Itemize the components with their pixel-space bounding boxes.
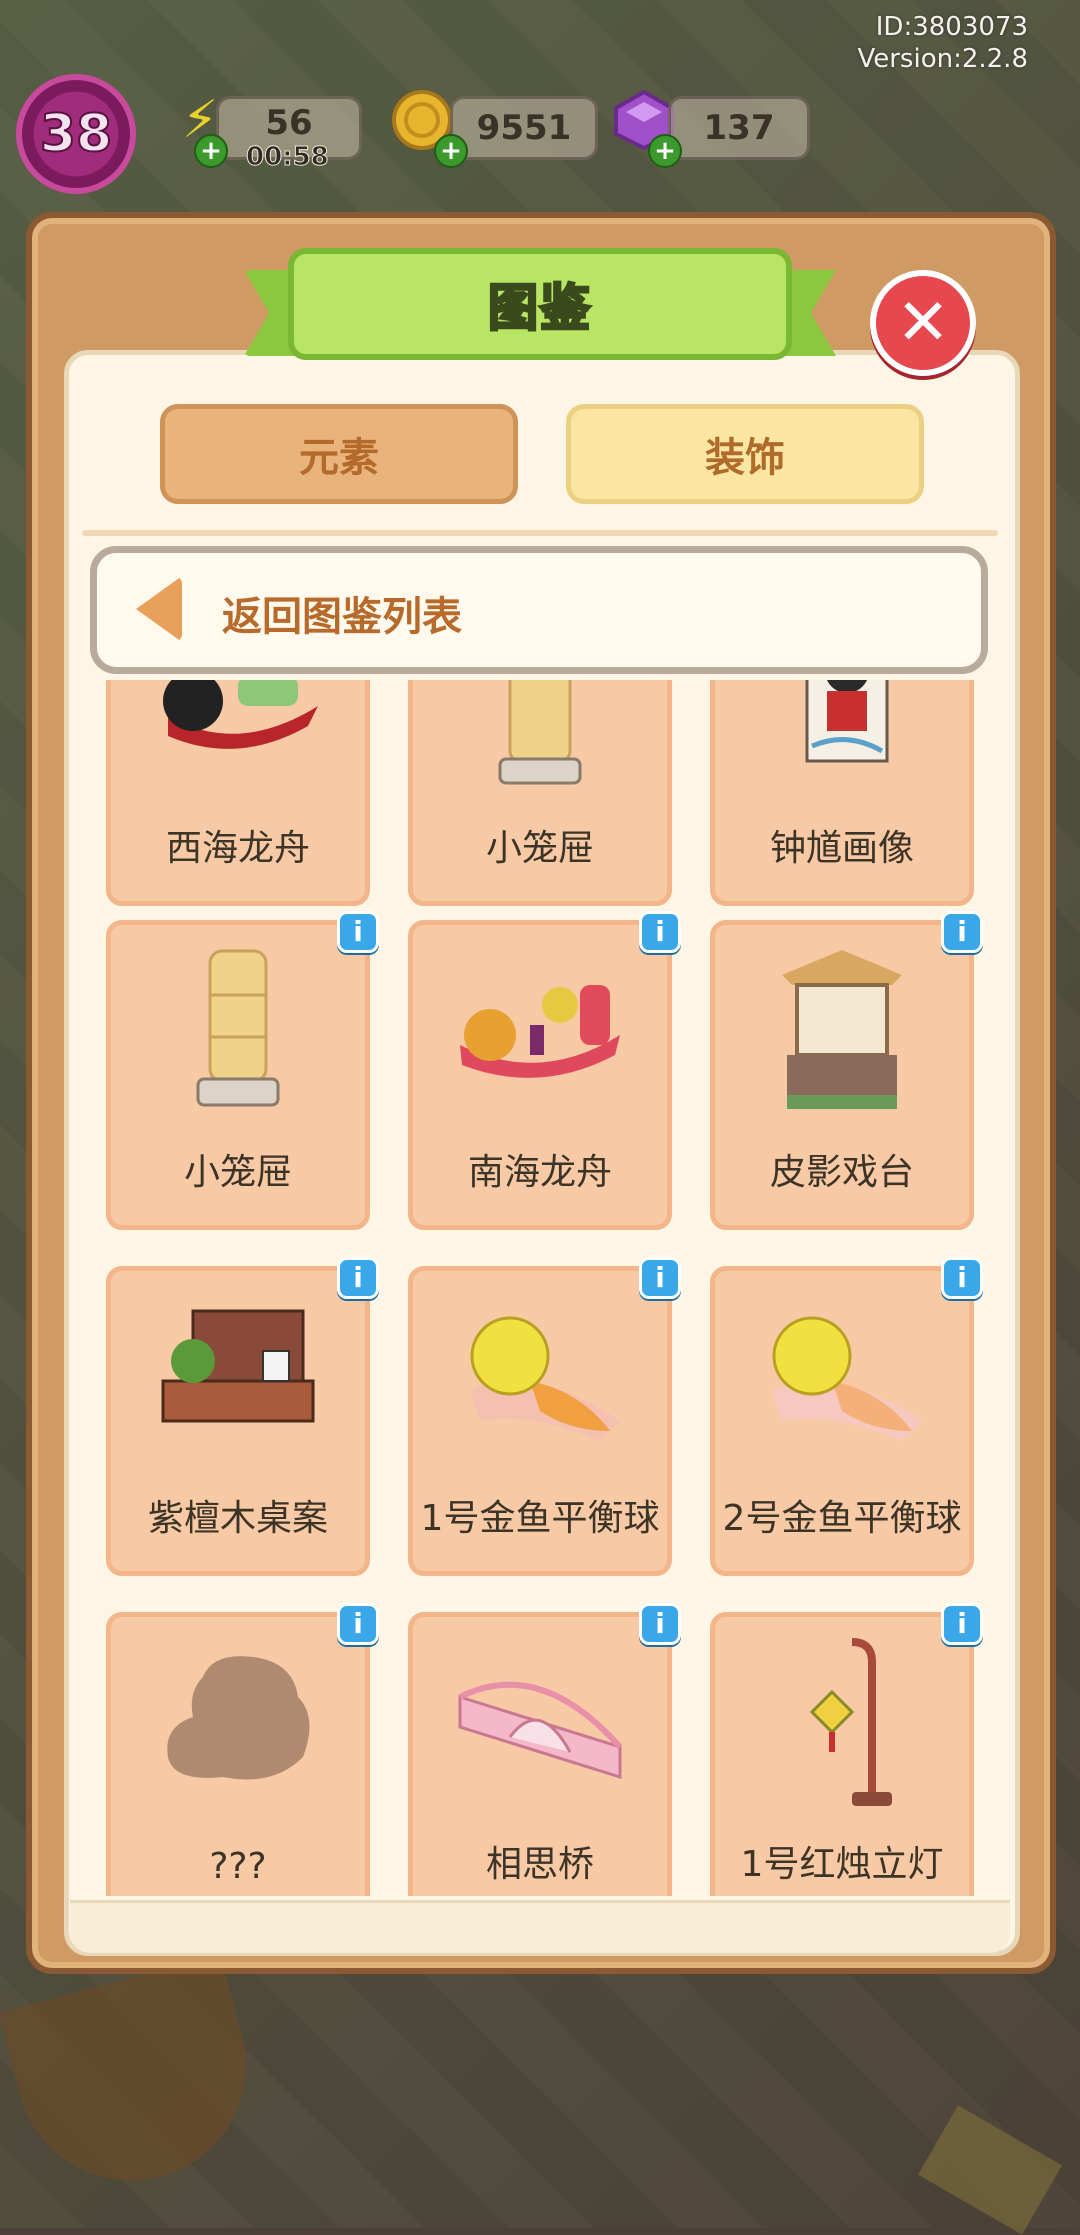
dragon-boat-red-icon bbox=[413, 945, 667, 1115]
item-label: 西海龙舟 bbox=[165, 828, 310, 869]
item-label: 1号红烛立灯 bbox=[740, 1844, 944, 1885]
energy-value: 56 bbox=[265, 103, 313, 143]
gem-value: 137 bbox=[703, 108, 775, 148]
dialog-title: 图鉴 bbox=[487, 278, 592, 339]
tab-decorations[interactable]: 装饰 bbox=[566, 404, 924, 504]
unknown-silhouette-icon bbox=[111, 1637, 365, 1807]
item-card[interactable]: i 紫檀木桌案 bbox=[106, 1257, 379, 1576]
pink-bridge-icon bbox=[413, 1637, 667, 1807]
item-label: 南海龙舟 bbox=[467, 1152, 612, 1193]
item-card[interactable]: i 相思桥 bbox=[408, 1603, 681, 1896]
item-label: 钟馗画像 bbox=[769, 828, 914, 869]
rosewood-table-icon bbox=[111, 1291, 365, 1461]
item-label: 2号金鱼平衡球 bbox=[722, 1498, 962, 1539]
item-label: 1号金鱼平衡球 bbox=[420, 1498, 660, 1539]
user-id: ID:3803073 bbox=[875, 12, 1028, 42]
dragon-boat-black-icon bbox=[111, 680, 365, 791]
item-card[interactable]: i 1号红烛立灯 bbox=[710, 1603, 983, 1896]
title-banner: 图鉴 bbox=[288, 248, 792, 360]
item-card[interactable]: i 小笼屉 bbox=[106, 911, 379, 1230]
paper-bottom-edge bbox=[70, 1900, 1010, 1953]
goldfish-ball-icon bbox=[715, 1291, 969, 1461]
item-grid[interactable]: 西海龙舟 小笼屉 钟馗画像 i 小笼屉 i 南海龙舟 i 皮影戏台 i 紫檀木桌… bbox=[96, 680, 984, 1896]
coin-value: 9551 bbox=[476, 108, 572, 148]
item-card[interactable]: 钟馗画像 bbox=[710, 680, 974, 906]
item-label: ??? bbox=[209, 1846, 267, 1887]
item-card[interactable]: i 南海龙舟 bbox=[408, 911, 681, 1230]
divider bbox=[82, 530, 998, 536]
item-label: 皮影戏台 bbox=[769, 1152, 914, 1193]
tab-elements[interactable]: 元素 bbox=[160, 404, 518, 504]
item-card[interactable]: i ??? bbox=[106, 1603, 379, 1896]
add-coins-button[interactable]: + bbox=[434, 134, 468, 168]
steamer-icon bbox=[413, 680, 667, 791]
shadow-puppet-stage-icon bbox=[715, 945, 969, 1115]
energy-timer: 00:58 bbox=[246, 142, 330, 173]
gem-counter: 137 bbox=[668, 96, 810, 160]
add-gems-button[interactable]: + bbox=[648, 134, 682, 168]
close-button[interactable]: ✕ bbox=[870, 270, 976, 376]
add-energy-button[interactable]: + bbox=[194, 134, 228, 168]
steamer-icon bbox=[111, 945, 365, 1115]
item-card[interactable]: 西海龙舟 bbox=[106, 680, 370, 906]
version-label: Version:2.2.8 bbox=[857, 44, 1028, 74]
goldfish-ball-icon bbox=[413, 1291, 667, 1461]
tab-elements-label: 元素 bbox=[299, 435, 379, 481]
item-label: 小笼屉 bbox=[485, 828, 594, 869]
zhongkui-portrait-icon bbox=[715, 680, 969, 791]
item-label: 相思桥 bbox=[485, 1844, 594, 1885]
coin-counter: 9551 bbox=[450, 96, 598, 160]
item-label: 小笼屉 bbox=[183, 1152, 292, 1193]
close-icon: ✕ bbox=[896, 286, 950, 360]
item-label: 紫檀木桌案 bbox=[147, 1498, 328, 1539]
item-card[interactable]: i 皮影戏台 bbox=[710, 911, 983, 1230]
item-card[interactable]: i 1号金鱼平衡球 bbox=[408, 1257, 681, 1576]
player-level-badge[interactable]: 38 bbox=[16, 74, 136, 194]
item-card[interactable]: 小笼屉 bbox=[408, 680, 672, 906]
back-to-list-label: 返回图鉴列表 bbox=[222, 594, 462, 640]
player-level: 38 bbox=[39, 103, 113, 165]
red-candle-lamp-icon bbox=[715, 1637, 969, 1807]
tab-decorations-label: 装饰 bbox=[705, 435, 785, 481]
item-card[interactable]: i 2号金鱼平衡球 bbox=[710, 1257, 983, 1576]
